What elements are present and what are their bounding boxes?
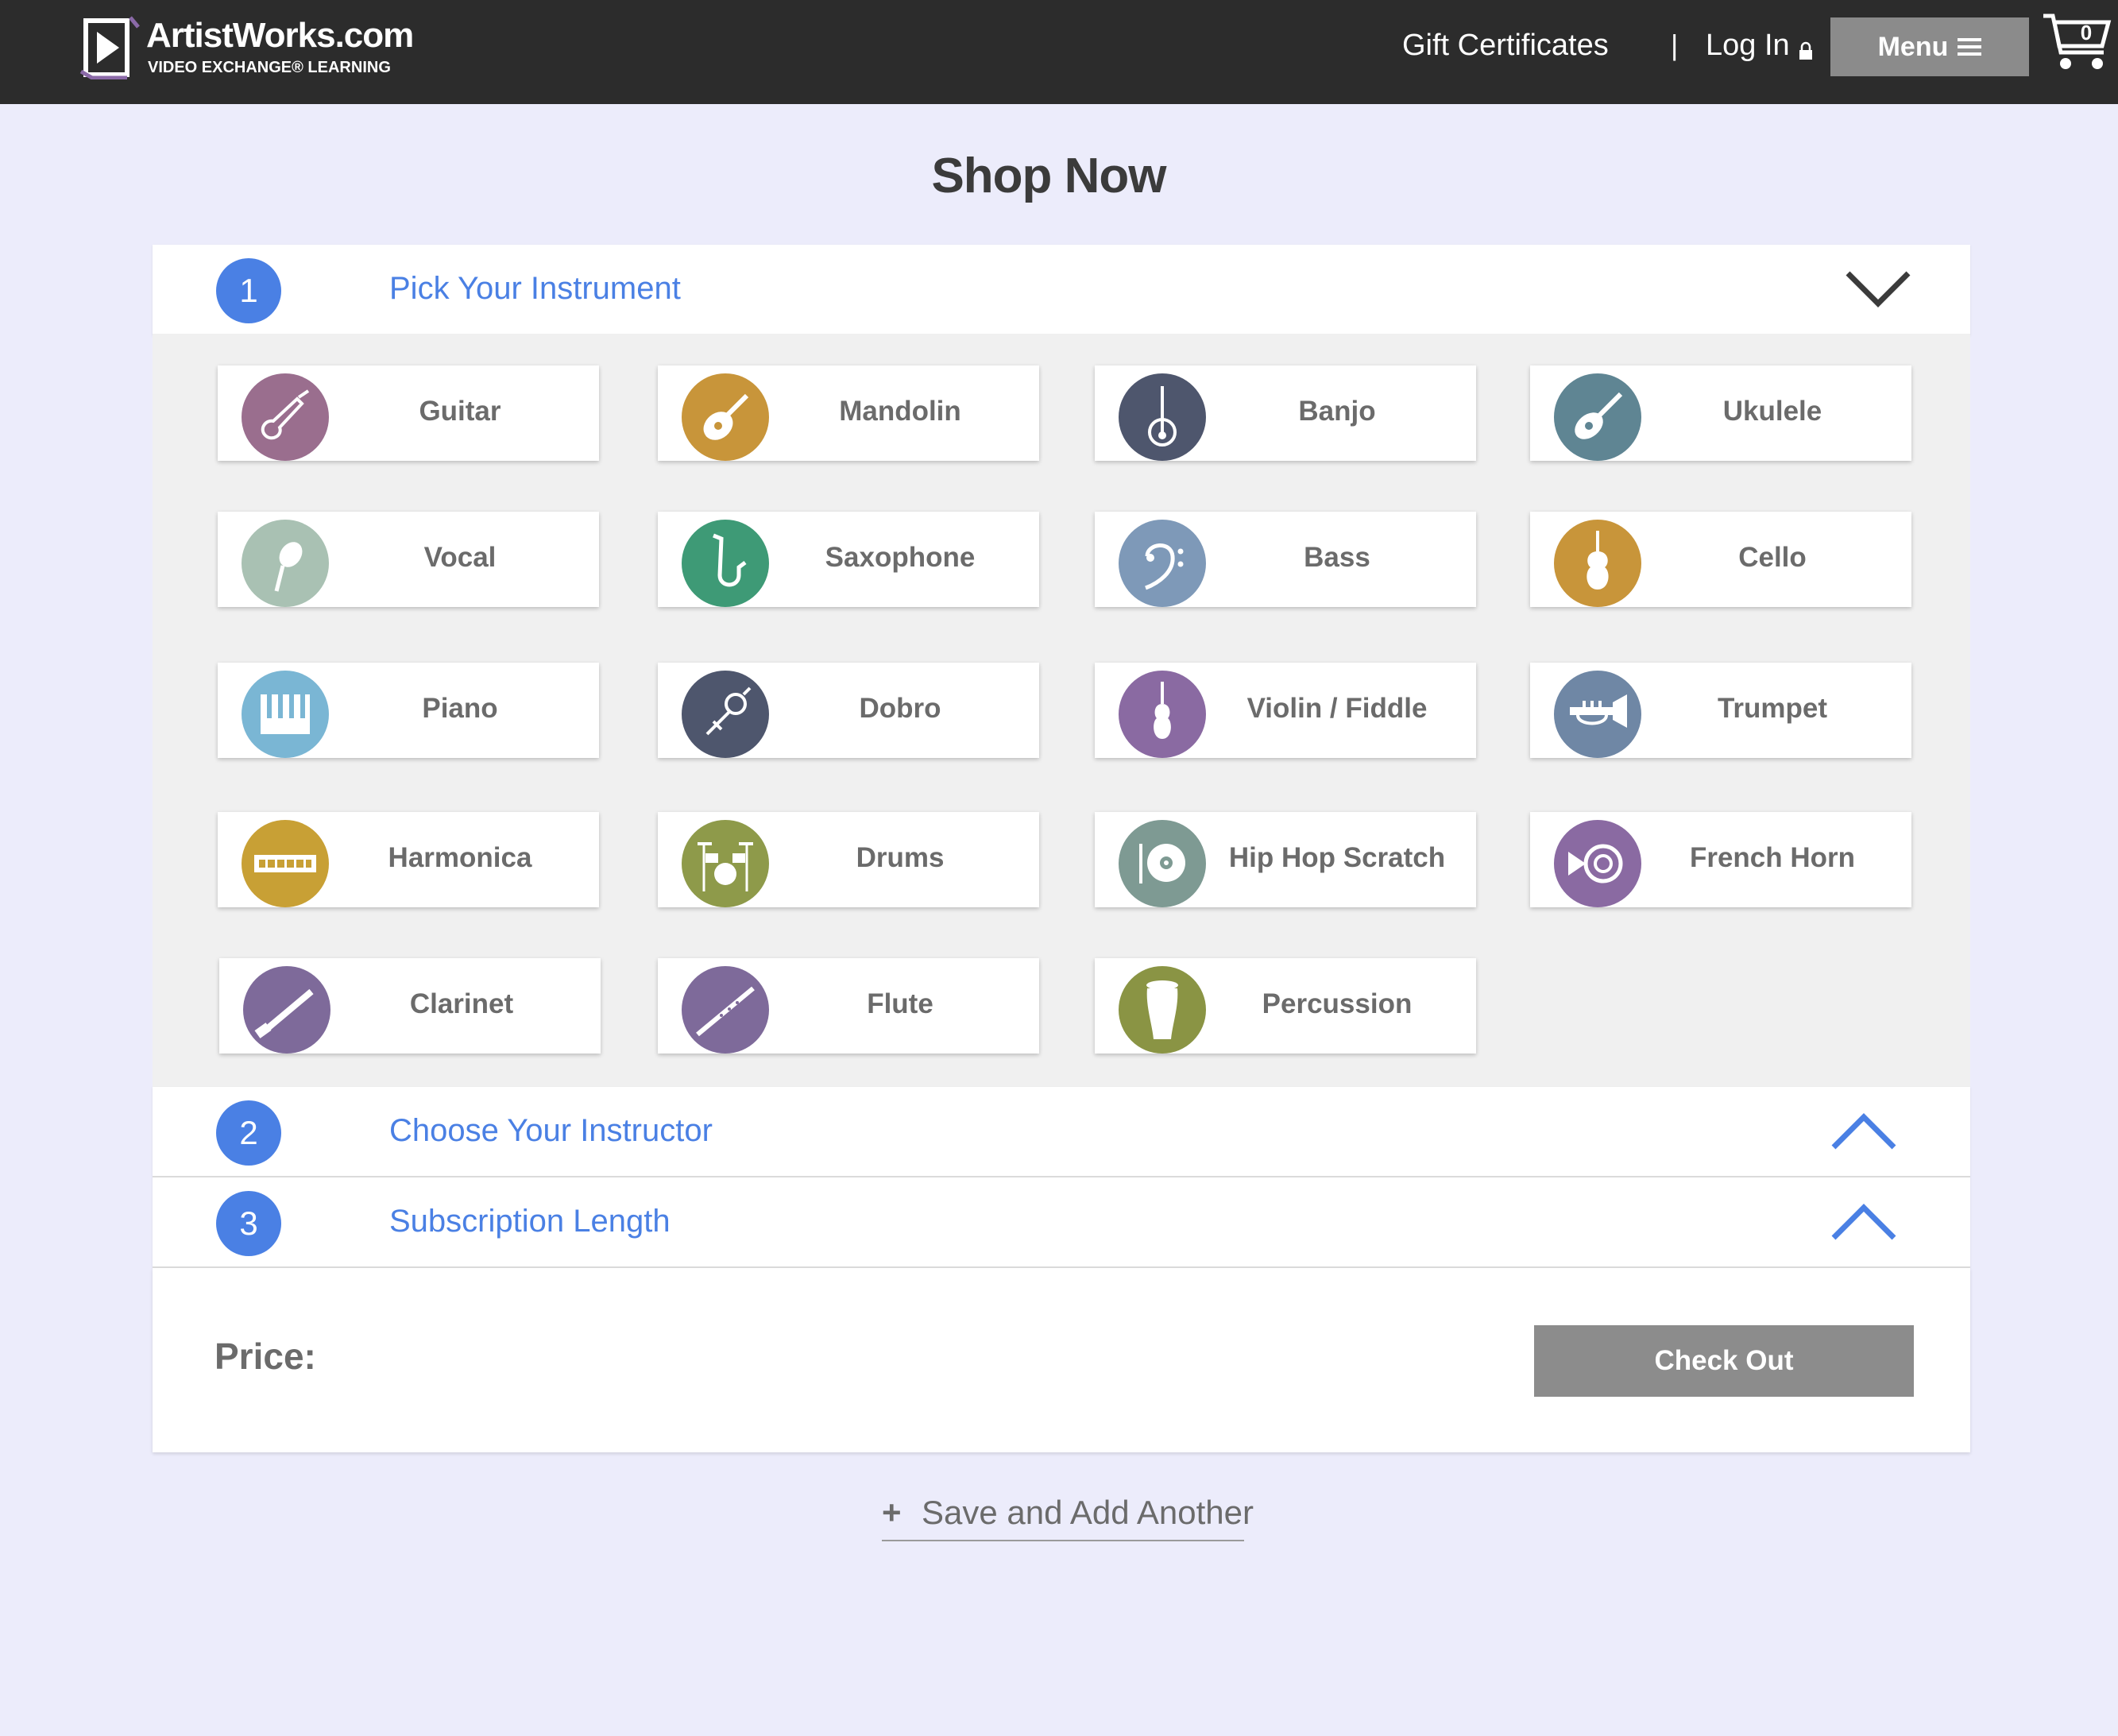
save-and-add-another-link[interactable]: + Save and Add Another <box>882 1494 1254 1541</box>
instrument-grid: Guitar Mandolin Banjo Ukulele Vocal Saxo… <box>153 334 1970 1087</box>
instrument-clarinet[interactable]: Clarinet <box>219 958 601 1054</box>
microphone-icon <box>242 520 329 607</box>
instrument-cello[interactable]: Cello <box>1530 512 1911 607</box>
plus-icon: + <box>882 1494 902 1531</box>
step-number: 3 <box>216 1191 281 1256</box>
instrument-label: Mandolin <box>839 396 961 427</box>
nav-separator: | <box>1671 29 1679 61</box>
instrument-label: Clarinet <box>409 988 514 1019</box>
instrument-label: Ukulele <box>1722 396 1822 427</box>
logo-name: ArtistWorks.com <box>146 16 414 55</box>
instrument-label: Flute <box>867 988 933 1019</box>
dobro-icon <box>682 671 769 758</box>
instrument-vocal[interactable]: Vocal <box>218 512 599 607</box>
step-title: Subscription Length <box>389 1204 671 1239</box>
piano-icon <box>242 671 329 758</box>
instrument-label: Dobro <box>859 693 941 724</box>
instrument-hip-hop-scratch[interactable]: Hip Hop Scratch <box>1095 812 1476 907</box>
checkout-button[interactable]: Check Out <box>1534 1325 1914 1397</box>
instrument-ukulele[interactable]: Ukulele <box>1530 365 1911 461</box>
instrument-french-horn[interactable]: French Horn <box>1530 812 1911 907</box>
instrument-dobro[interactable]: Dobro <box>658 663 1039 758</box>
instrument-saxophone[interactable]: Saxophone <box>658 512 1039 607</box>
instrument-label: Piano <box>422 693 498 724</box>
instrument-bass[interactable]: Bass <box>1095 512 1476 607</box>
french-horn-icon <box>1554 820 1641 907</box>
instrument-percussion[interactable]: Percussion <box>1095 958 1476 1054</box>
instrument-label: Drums <box>856 842 945 873</box>
play-logo-icon <box>79 16 140 79</box>
instrument-label: Cello <box>1738 542 1807 573</box>
instrument-harmonica[interactable]: Harmonica <box>218 812 599 907</box>
instrument-label: Vocal <box>423 542 497 573</box>
guitar-icon <box>242 373 329 461</box>
menu-label: Menu <box>1877 31 1949 62</box>
instrument-label: Banjo <box>1298 396 1376 427</box>
login-link[interactable]: Log In <box>1706 29 1790 63</box>
instrument-label: Bass <box>1304 542 1370 573</box>
instrument-label: French Horn <box>1689 842 1856 873</box>
step-number: 1 <box>216 258 281 323</box>
step-title: Pick Your Instrument <box>389 271 681 306</box>
saxophone-icon <box>682 520 769 607</box>
ukulele-icon <box>1554 373 1641 461</box>
chevron-up-icon[interactable] <box>1830 1201 1897 1243</box>
instrument-trumpet[interactable]: Trumpet <box>1530 663 1911 758</box>
logo-tagline: VIDEO EXCHANGE® LEARNING <box>148 59 391 76</box>
banjo-icon <box>1119 373 1206 461</box>
violin-icon <box>1119 671 1206 758</box>
instrument-label: Violin / Fiddle <box>1246 693 1428 724</box>
mandolin-icon <box>682 373 769 461</box>
instrument-label: Trumpet <box>1717 693 1828 724</box>
chevron-up-icon[interactable] <box>1830 1111 1897 1152</box>
menu-button[interactable]: Menu <box>1830 17 2029 76</box>
step-title: Choose Your Instructor <box>389 1113 713 1148</box>
save-add-label: Save and Add Another <box>922 1494 1254 1531</box>
cart-count: 0 <box>2080 21 2093 44</box>
clarinet-icon <box>243 966 330 1054</box>
instrument-label: Saxophone <box>825 542 976 573</box>
lock-icon <box>1799 41 1812 60</box>
step-subscription-length[interactable]: 3 Subscription Length <box>153 1177 1970 1268</box>
shopping-cart[interactable]: 0 <box>2042 11 2112 75</box>
instrument-banjo[interactable]: Banjo <box>1095 365 1476 461</box>
page-title: Shop Now <box>931 149 1166 203</box>
instrument-guitar[interactable]: Guitar <box>218 365 599 461</box>
price-label: Price: <box>215 1336 316 1377</box>
top-header: ArtistWorks.com VIDEO EXCHANGE® LEARNING… <box>0 0 2118 104</box>
price-panel: Price: Check Out <box>153 1268 1970 1452</box>
bass-clef-icon <box>1119 520 1206 607</box>
cello-icon <box>1554 520 1641 607</box>
instrument-mandolin[interactable]: Mandolin <box>658 365 1039 461</box>
chevron-down-icon[interactable] <box>1845 269 1911 310</box>
turntable-icon <box>1119 820 1206 907</box>
step-choose-instructor[interactable]: 2 Choose Your Instructor <box>153 1087 1970 1177</box>
step-pick-instrument[interactable]: 1 Pick Your Instrument <box>153 245 1970 335</box>
harmonica-icon <box>242 820 329 907</box>
artistworks-logo[interactable]: ArtistWorks.com VIDEO EXCHANGE® LEARNING <box>79 16 414 83</box>
instrument-piano[interactable]: Piano <box>218 663 599 758</box>
step-number: 2 <box>216 1100 281 1166</box>
flute-icon <box>682 966 769 1054</box>
hamburger-icon <box>1958 38 1982 56</box>
instrument-label: Percussion <box>1262 988 1413 1019</box>
instrument-label: Harmonica <box>388 842 532 873</box>
instrument-flute[interactable]: Flute <box>658 958 1039 1054</box>
gift-certificates-link[interactable]: Gift Certificates <box>1402 29 1609 63</box>
trumpet-icon <box>1554 671 1641 758</box>
instrument-label: Hip Hop Scratch <box>1228 842 1446 873</box>
instrument-violin[interactable]: Violin / Fiddle <box>1095 663 1476 758</box>
drums-icon <box>682 820 769 907</box>
instrument-label: Guitar <box>419 396 501 427</box>
instrument-drums[interactable]: Drums <box>658 812 1039 907</box>
conga-icon <box>1119 966 1206 1054</box>
